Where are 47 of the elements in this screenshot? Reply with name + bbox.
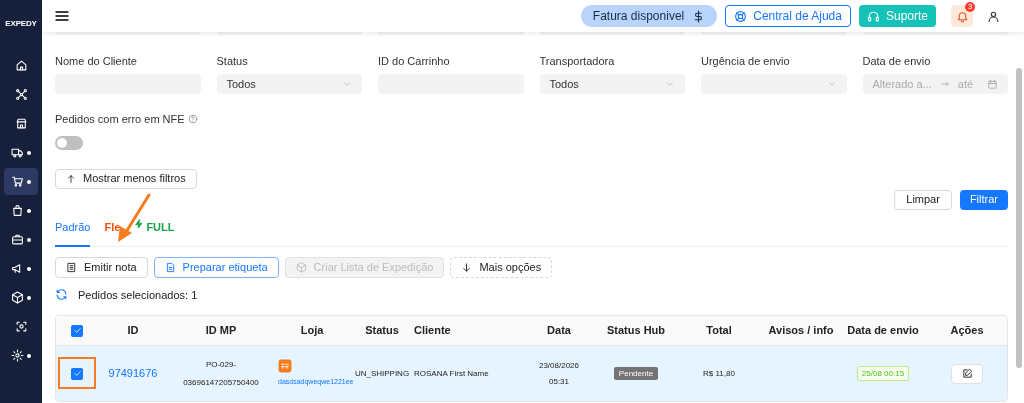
select-field[interactable]: Todos: [539, 74, 685, 94]
column-header: Avisos / info: [767, 323, 835, 339]
selected-count: Pedidos selecionados: 1: [78, 287, 198, 303]
tab[interactable]: FULL: [134, 217, 175, 233]
table-cell: R$ 11,80: [703, 368, 735, 378]
help-center-button[interactable]: Central de Ajuda: [725, 5, 851, 27]
filter-button[interactable]: Filtrar: [959, 189, 1008, 210]
invoice-button[interactable]: Fatura disponivel: [580, 5, 718, 27]
logo-text: EXPEDY: [5, 18, 37, 30]
filter-label: Urgência de envio: [701, 54, 791, 68]
column-header: Cliente: [414, 323, 452, 339]
action-button[interactable]: Mais opções: [450, 256, 553, 278]
filter-label: Pedidos com erro em NFE: [55, 112, 185, 127]
table-cell-text: PO-029-: [204, 358, 238, 371]
action-button[interactable]: Preparar etiqueta: [153, 256, 279, 278]
action-button[interactable]: Emitir nota: [55, 256, 148, 278]
show-less-filters-button[interactable]: Mostrar menos filtros: [55, 168, 197, 189]
tab[interactable]: Padrão: [55, 217, 91, 247]
filter-label: ID do Carrinho: [378, 54, 451, 68]
column-header: Status: [364, 323, 400, 339]
order-id-link[interactable]: 97491676: [108, 367, 158, 380]
column-header: ID: [126, 323, 140, 339]
column-header: Status Hub: [605, 323, 667, 339]
support-button[interactable]: Suporte: [858, 5, 936, 27]
date-tag: 25/08 00:15: [856, 365, 910, 381]
column-header: Data: [546, 323, 572, 339]
column-header: Ações: [949, 323, 985, 339]
filter-label: Status: [216, 54, 249, 68]
filter-label: Nome do Cliente: [55, 54, 138, 68]
table-cell-text: 05:31: [548, 375, 570, 388]
table-cell-text: 23/08/2026: [537, 359, 580, 372]
notification-button[interactable]: 3: [951, 5, 973, 27]
column-header: Data de envio: [846, 323, 920, 339]
status-tag: Pendente: [613, 366, 659, 380]
tab[interactable]: Fle: [104, 217, 121, 233]
table-cell-text: 03696147205750400: [182, 376, 260, 389]
notification-count: 3: [965, 2, 975, 12]
column-header: Loja: [299, 323, 325, 339]
filter-label: Transportadora: [539, 54, 616, 68]
filter-label: Data de envio: [862, 54, 932, 68]
column-header: Total: [705, 323, 733, 339]
clear-button[interactable]: Limpar: [894, 189, 952, 210]
table-cell: ROSANA First Name: [414, 368, 489, 378]
column-header: ID MP: [204, 323, 238, 339]
table-cell: UN_SHIPPING: [354, 368, 410, 378]
select-field[interactable]: Todos: [216, 74, 362, 94]
date-range-field[interactable]: Alterado a... até: [862, 74, 1008, 94]
